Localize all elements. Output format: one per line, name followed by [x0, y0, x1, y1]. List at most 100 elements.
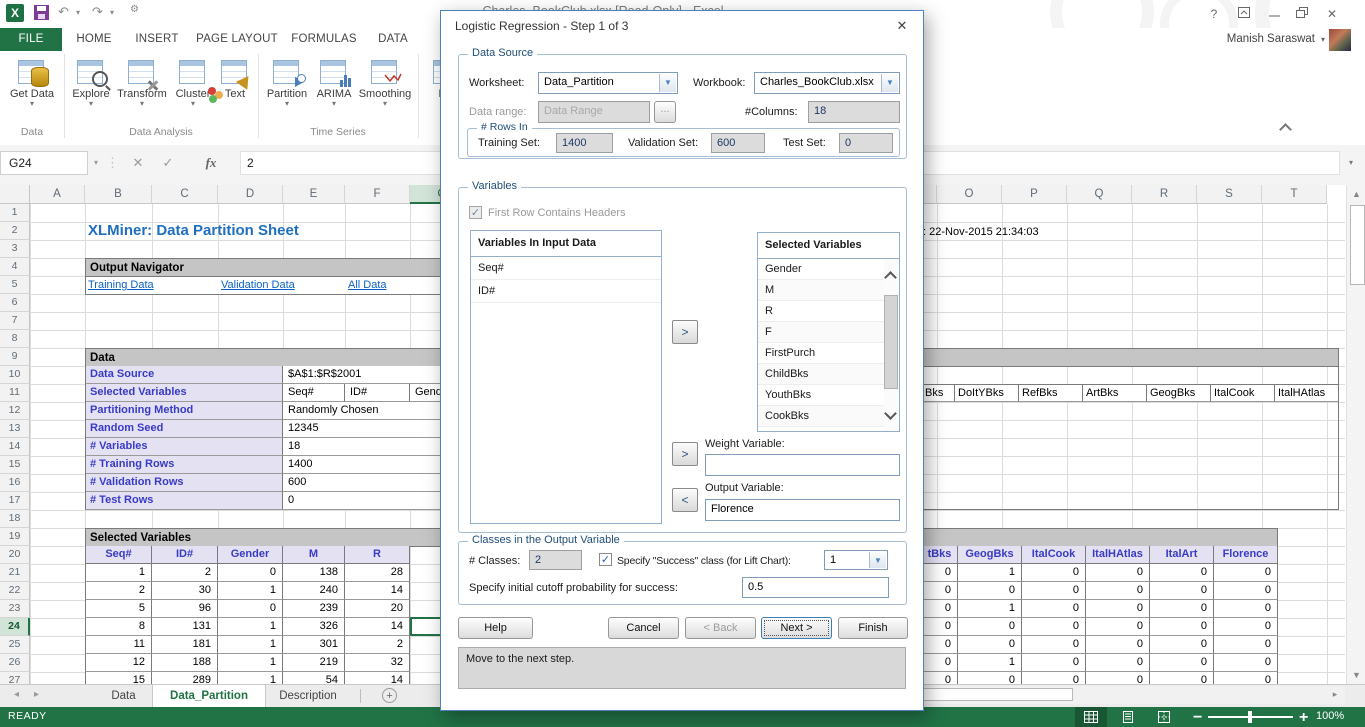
- column-header-A[interactable]: A: [30, 185, 85, 204]
- row-header-8[interactable]: 8: [0, 330, 30, 348]
- variables-cell[interactable]: 0: [1150, 582, 1214, 600]
- move-right-weight-button[interactable]: >: [672, 442, 698, 466]
- variables-cell[interactable]: 0: [922, 672, 958, 684]
- finish-button[interactable]: Finish: [838, 617, 908, 639]
- data-summary-label[interactable]: # Variables: [86, 438, 283, 456]
- variables-cell[interactable]: 1: [218, 618, 283, 636]
- scroll-down-icon[interactable]: [886, 409, 895, 421]
- row-header-2[interactable]: 2: [0, 222, 30, 240]
- variables-cell[interactable]: 1: [218, 654, 283, 672]
- column-header-R[interactable]: R: [1132, 185, 1197, 204]
- variables-cell[interactable]: 0: [1214, 618, 1278, 636]
- collapse-ribbon-icon[interactable]: [1281, 121, 1290, 139]
- variables-cell[interactable]: 301: [283, 636, 345, 654]
- ribbon-tab-insert[interactable]: INSERT: [126, 28, 188, 51]
- variables-cell[interactable]: 0: [1022, 672, 1086, 684]
- row-header-3[interactable]: 3: [0, 240, 30, 258]
- variables-cell[interactable]: 0: [1022, 564, 1086, 582]
- data-summary-label[interactable]: # Validation Rows: [86, 474, 283, 492]
- variables-cell[interactable]: 14: [345, 582, 410, 600]
- variables-cell[interactable]: 0: [1150, 618, 1214, 636]
- selected-variable-item[interactable]: ChildBks: [758, 364, 884, 385]
- column-header-D[interactable]: D: [218, 185, 283, 204]
- variables-cell[interactable]: 1: [958, 600, 1022, 618]
- scrollbar-thumb[interactable]: [884, 295, 898, 389]
- sheet-tab-data[interactable]: Data: [95, 685, 152, 707]
- row-header-7[interactable]: 7: [0, 312, 30, 330]
- variables-column-header[interactable]: ID#: [152, 546, 218, 564]
- ribbon-button-arima[interactable]: ARIMA▾: [312, 55, 356, 137]
- ribbon-button-text[interactable]: Text: [216, 55, 254, 137]
- variables-cell[interactable]: 0: [1150, 672, 1214, 684]
- ribbon-button-transform[interactable]: Transform▾: [114, 55, 170, 137]
- variables-cell[interactable]: 2: [85, 582, 152, 600]
- minimize-icon[interactable]: [1263, 5, 1285, 23]
- variables-cell[interactable]: 1: [218, 636, 283, 654]
- cutoff-input[interactable]: 0.5: [742, 577, 889, 598]
- variables-cell[interactable]: 0: [1214, 564, 1278, 582]
- browse-button[interactable]: ...: [654, 101, 676, 123]
- weight-variable-input[interactable]: [705, 454, 900, 476]
- selected-variables-list[interactable]: Selected Variables GenderMRFFirstPurchCh…: [757, 232, 900, 432]
- name-box[interactable]: G24: [0, 151, 88, 175]
- workbook-dropdown[interactable]: Charles_BookClub.xlsx ▼: [754, 72, 900, 94]
- variables-cell[interactable]: 12: [85, 654, 152, 672]
- chevron-down-icon[interactable]: ▼: [881, 74, 898, 92]
- ribbon-tab-page-layout[interactable]: PAGE LAYOUT: [192, 28, 282, 51]
- row-header-18[interactable]: 18: [0, 510, 30, 528]
- variables-cell[interactable]: 8: [85, 618, 152, 636]
- restore-icon[interactable]: [1291, 5, 1313, 23]
- row-header-19[interactable]: 19: [0, 528, 30, 546]
- variables-column-header[interactable]: ItalArt: [1150, 546, 1214, 564]
- scrollbar-thumb[interactable]: [1350, 205, 1365, 285]
- variables-cell[interactable]: 28: [345, 564, 410, 582]
- variables-cell[interactable]: 2: [345, 636, 410, 654]
- variables-cell[interactable]: 0: [1150, 600, 1214, 618]
- column-header-S[interactable]: S: [1197, 185, 1262, 204]
- variables-cell[interactable]: 181: [152, 636, 218, 654]
- help-button[interactable]: Help: [458, 617, 533, 639]
- cancel-button[interactable]: Cancel: [608, 617, 679, 639]
- row-header-11[interactable]: 11: [0, 384, 30, 402]
- variables-cell[interactable]: 0: [958, 636, 1022, 654]
- scroll-down-icon[interactable]: ▼: [1349, 667, 1364, 683]
- add-sheet-icon[interactable]: +: [382, 688, 397, 703]
- zoom-slider-thumb[interactable]: [1248, 711, 1252, 723]
- variables-cell[interactable]: 0: [1086, 672, 1150, 684]
- variables-cell[interactable]: 0: [1214, 582, 1278, 600]
- variables-cell[interactable]: 0: [958, 672, 1022, 684]
- sheet-title-cell[interactable]: XLMiner: Data Partition Sheet: [88, 221, 299, 241]
- variables-column-header[interactable]: GeogBks: [958, 546, 1022, 564]
- data-summary-label[interactable]: Data Source: [86, 366, 283, 384]
- data-summary-label[interactable]: # Test Rows: [86, 492, 283, 510]
- output-navigator-header[interactable]: Output Navigator: [85, 258, 475, 277]
- data-summary-value[interactable]: Bks: [922, 384, 955, 402]
- row-header-16[interactable]: 16: [0, 474, 30, 492]
- chevron-down-icon[interactable]: ▼: [869, 552, 886, 568]
- chevron-down-icon[interactable]: ▼: [659, 74, 676, 92]
- variables-column-header[interactable]: Florence: [1214, 546, 1278, 564]
- excel-logo-icon[interactable]: X: [6, 4, 24, 22]
- zoom-in-icon[interactable]: +: [1299, 709, 1308, 727]
- column-header-P[interactable]: P: [1002, 185, 1067, 204]
- output-variable-input[interactable]: Florence: [705, 499, 900, 521]
- next-button[interactable]: Next >: [761, 617, 832, 639]
- variables-cell[interactable]: 0: [958, 582, 1022, 600]
- variables-column-header[interactable]: Gender: [218, 546, 283, 564]
- column-header-T[interactable]: T: [1262, 185, 1327, 204]
- variables-cell[interactable]: 5: [85, 600, 152, 618]
- insert-function-icon[interactable]: fx: [196, 151, 226, 175]
- expand-formula-bar-icon[interactable]: ▾: [1342, 151, 1360, 175]
- ribbon-button-cluster[interactable]: Cluster▾: [170, 55, 216, 137]
- variables-cell[interactable]: 54: [283, 672, 345, 684]
- chevron-down-icon[interactable]: ▾: [88, 151, 104, 175]
- variables-cell[interactable]: 2: [152, 564, 218, 582]
- variables-cell[interactable]: 0: [1022, 618, 1086, 636]
- move-right-button[interactable]: >: [672, 320, 698, 344]
- selected-variable-item[interactable]: Gender: [758, 259, 884, 280]
- variables-cell[interactable]: 1: [958, 564, 1022, 582]
- row-header-25[interactable]: 25: [0, 636, 30, 654]
- separator-dots[interactable]: ⋮: [106, 151, 114, 175]
- row-header-20[interactable]: 20: [0, 546, 30, 564]
- sheet-tab-data_partition[interactable]: Data_Partition: [152, 685, 266, 709]
